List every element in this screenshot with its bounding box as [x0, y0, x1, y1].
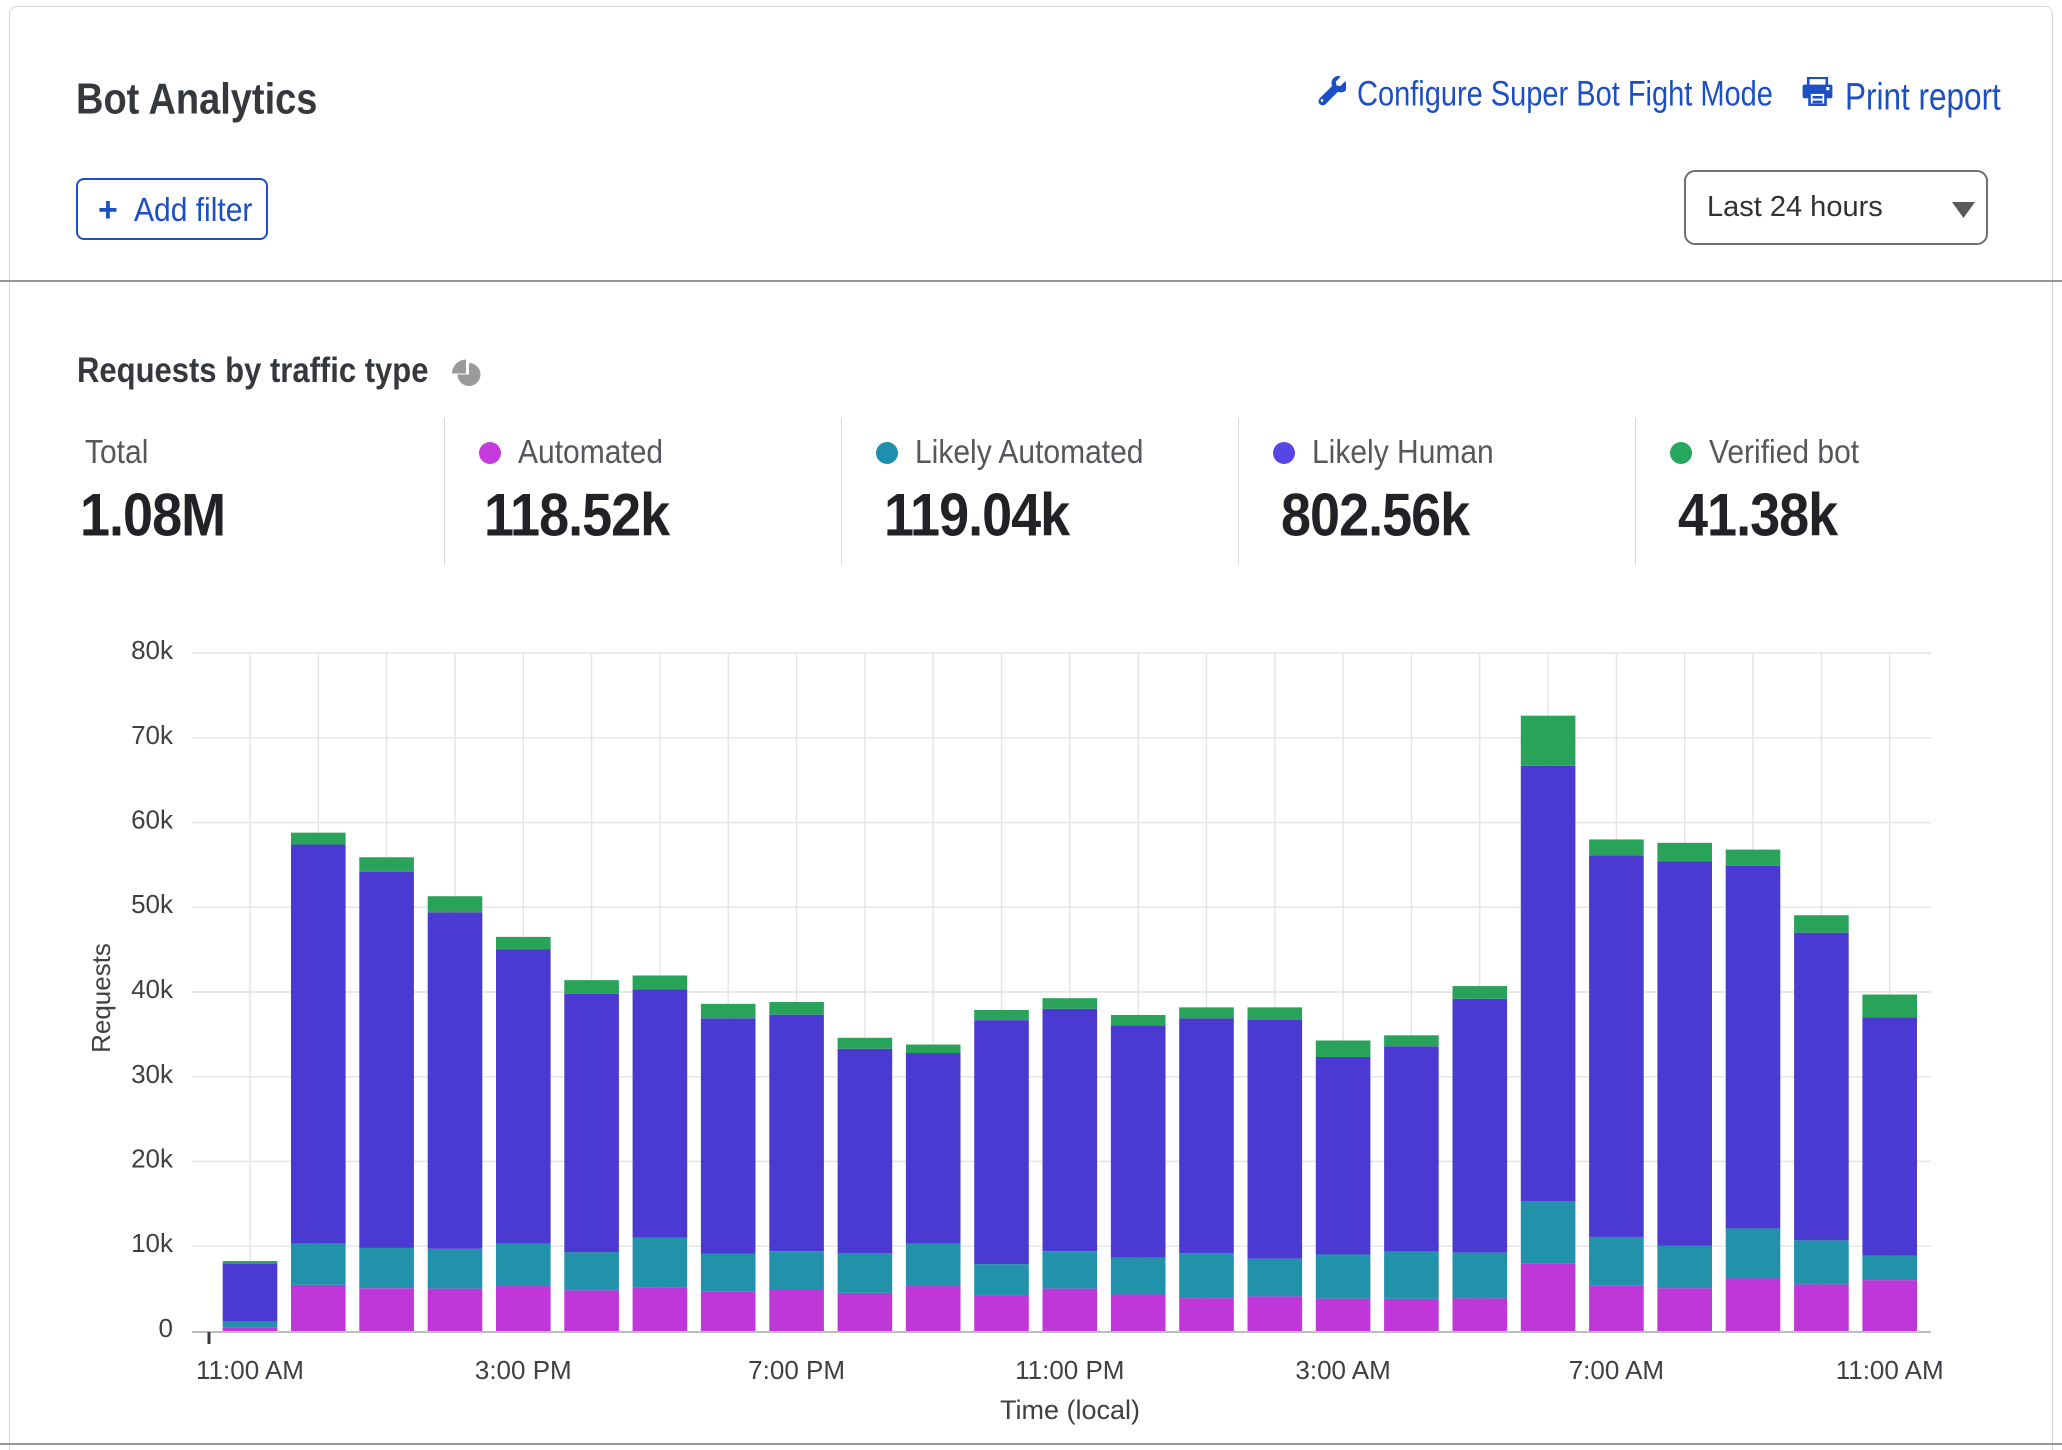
svg-text:0: 0	[159, 1313, 173, 1343]
svg-text:3:00 PM: 3:00 PM	[475, 1355, 572, 1385]
svg-text:11:00 AM: 11:00 AM	[1836, 1355, 1944, 1385]
svg-text:60k: 60k	[131, 805, 174, 835]
svg-text:50k: 50k	[131, 889, 174, 919]
svg-text:11:00 PM: 11:00 PM	[1015, 1355, 1124, 1385]
svg-text:Requests: Requests	[86, 943, 116, 1053]
svg-text:3:00 AM: 3:00 AM	[1295, 1355, 1390, 1385]
svg-text:20k: 20k	[131, 1144, 174, 1174]
svg-text:7:00 AM: 7:00 AM	[1569, 1355, 1664, 1385]
svg-text:7:00 PM: 7:00 PM	[748, 1355, 845, 1385]
svg-text:70k: 70k	[131, 720, 174, 750]
svg-text:Time (local): Time (local)	[1000, 1395, 1140, 1425]
svg-text:10k: 10k	[131, 1228, 174, 1258]
svg-text:80k: 80k	[131, 635, 174, 665]
svg-text:40k: 40k	[131, 974, 174, 1004]
svg-text:30k: 30k	[131, 1059, 174, 1089]
svg-text:11:00 AM: 11:00 AM	[196, 1355, 304, 1385]
